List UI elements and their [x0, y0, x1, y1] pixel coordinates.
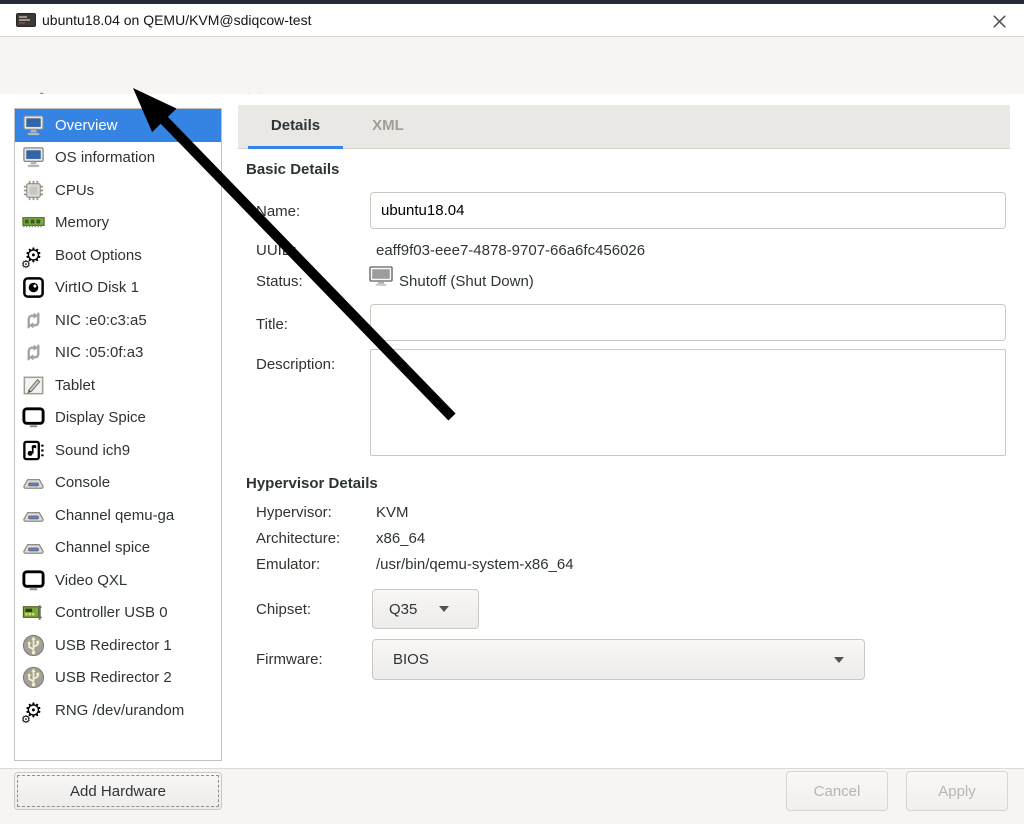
sidebar-item-label: Console — [55, 474, 111, 492]
hardware-list: Overview OS information CPUs Memory ⚙ ⚙ Boot O… — [14, 108, 222, 761]
toolbar: Begin Installation Cancel Installation — [0, 37, 1024, 113]
usb-icon — [20, 632, 47, 659]
sidebar-item-usb-redirector-2[interactable]: USB Redirector 2 — [15, 662, 221, 695]
sidebar-item-label: Video QXL — [55, 571, 128, 589]
sidebar-item-label: CPUs — [55, 181, 95, 199]
serial-icon — [20, 534, 47, 561]
sidebar-item-rng-dev-urandom[interactable]: ⚙ ⚙ RNG /dev/urandom — [15, 694, 221, 727]
nic-icon — [20, 339, 47, 366]
sidebar-item-label: Tablet — [55, 376, 96, 394]
hypervisor-details-heading: Hypervisor Details — [246, 475, 378, 492]
firmware-label: Firmware: — [256, 651, 323, 668]
apply-button[interactable]: Apply — [906, 771, 1008, 811]
sidebar-item-label: Display Spice — [55, 409, 146, 427]
sidebar-item-label: Memory — [55, 214, 110, 232]
sidebar-item-label: Channel spice — [55, 539, 151, 557]
sidebar-item-channel-qemu-ga[interactable]: Channel qemu-ga — [15, 499, 221, 532]
sidebar-item-console[interactable]: Console — [15, 467, 221, 500]
sidebar-item-label: NIC :e0:c3:a5 — [55, 311, 147, 329]
tab-strip: Details XML — [238, 105, 1010, 149]
sidebar-item-label: NIC :05:0f:a3 — [55, 344, 144, 362]
title-label: Title: — [256, 316, 288, 333]
hypervisor-value: KVM — [376, 504, 409, 521]
sidebar-item-label: USB Redirector 1 — [55, 636, 172, 654]
sidebar-item-display-spice[interactable]: Display Spice — [15, 402, 221, 435]
sidebar-item-channel-spice[interactable]: Channel spice — [15, 532, 221, 565]
sidebar-item-label: OS information — [55, 149, 156, 167]
monitor-icon — [20, 144, 47, 171]
sidebar-item-memory[interactable]: Memory — [15, 207, 221, 240]
sidebar-item-overview[interactable]: Overview — [15, 109, 221, 142]
sidebar-item-label: USB Redirector 2 — [55, 669, 172, 687]
tablet-icon — [20, 372, 47, 399]
uuid-value: eaff9f03-eee7-4878-9707-66a6fc456026 — [376, 242, 646, 259]
sidebar-item-label: Controller USB 0 — [55, 604, 168, 622]
sound-icon — [20, 437, 47, 464]
hypervisor-label: Hypervisor: — [256, 504, 332, 521]
sidebar-item-tablet[interactable]: Tablet — [15, 369, 221, 402]
chipset-dropdown[interactable]: Q35 — [372, 589, 479, 629]
status-value: Shutoff (Shut Down) — [399, 273, 534, 290]
sidebar-item-sound-ich9[interactable]: Sound ich9 — [15, 434, 221, 467]
cpu-icon — [20, 177, 47, 204]
sidebar-item-nic-e0-c3-a5[interactable]: NIC :e0:c3:a5 — [15, 304, 221, 337]
sidebar-item-label: Sound ich9 — [55, 441, 131, 459]
sidebar-item-label: VirtIO Disk 1 — [55, 279, 139, 297]
display-icon — [20, 404, 47, 431]
tab-details[interactable]: Details — [248, 105, 343, 146]
basic-details-heading: Basic Details — [246, 161, 340, 178]
firmware-value: BIOS — [393, 651, 429, 668]
sidebar-item-label: RNG /dev/urandom — [55, 701, 185, 719]
sidebar-item-virtio-disk-1[interactable]: VirtIO Disk 1 — [15, 272, 221, 305]
monitor-icon — [20, 112, 47, 139]
serial-icon — [20, 502, 47, 529]
memory-icon — [20, 209, 47, 236]
firmware-dropdown[interactable]: BIOS — [372, 639, 865, 680]
shutoff-monitor-icon — [369, 266, 393, 287]
uuid-label: UUID: — [256, 242, 297, 259]
tab-xml[interactable]: XML — [356, 105, 420, 146]
titlebar: ubuntu18.04 on QEMU/KVM@sdiqcow-test — [0, 4, 1024, 37]
chipset-value: Q35 — [389, 600, 418, 618]
sidebar-item-boot-options[interactable]: ⚙ ⚙ Boot Options — [15, 239, 221, 272]
chipset-label: Chipset: — [256, 601, 312, 618]
description-label: Description: — [256, 356, 336, 373]
status-label: Status: — [256, 273, 303, 290]
sidebar-item-os-information[interactable]: OS information — [15, 142, 221, 175]
emulator-label: Emulator: — [256, 556, 321, 573]
active-tab-underline — [248, 146, 343, 149]
emulator-value: /usr/bin/qemu-system-x86_64 — [376, 556, 574, 573]
sidebar-item-video-qxl[interactable]: Video QXL — [15, 564, 221, 597]
sidebar-item-nic-05-0f-a3[interactable]: NIC :05:0f:a3 — [15, 337, 221, 370]
description-textarea[interactable] — [370, 349, 1006, 456]
architecture-value: x86_64 — [376, 530, 426, 547]
sidebar-item-controller-usb-0[interactable]: Controller USB 0 — [15, 597, 221, 630]
sidebar-item-usb-redirector-1[interactable]: USB Redirector 1 — [15, 629, 221, 662]
disk-icon — [20, 274, 47, 301]
architecture-label: Architecture: — [256, 530, 341, 547]
chevron-down-icon — [834, 656, 844, 663]
name-label: Name: — [256, 203, 301, 220]
vm-name-input[interactable] — [370, 192, 1006, 229]
cancel-button[interactable]: Cancel — [786, 771, 888, 811]
gears-icon: ⚙ ⚙ — [21, 243, 43, 271]
chevron-down-icon — [439, 606, 450, 612]
add-hardware-button[interactable]: Add Hardware — [14, 772, 222, 810]
usb-icon — [20, 664, 47, 691]
virt-manager-app-icon — [16, 13, 36, 27]
vm-title-input[interactable] — [370, 304, 1006, 341]
nic-icon — [20, 307, 47, 334]
sidebar-item-label: Channel qemu-ga — [55, 506, 175, 524]
gears-icon: ⚙ ⚙ — [21, 698, 43, 726]
close-window-button[interactable] — [984, 6, 1014, 36]
sidebar-item-label: Boot Options — [55, 246, 142, 264]
window-title: ubuntu18.04 on QEMU/KVM@sdiqcow-test — [42, 12, 312, 28]
controller-icon — [20, 599, 47, 626]
display-icon — [20, 567, 47, 594]
serial-icon — [20, 469, 47, 496]
sidebar-item-label: Overview — [55, 116, 118, 134]
sidebar-item-cpus[interactable]: CPUs — [15, 174, 221, 207]
